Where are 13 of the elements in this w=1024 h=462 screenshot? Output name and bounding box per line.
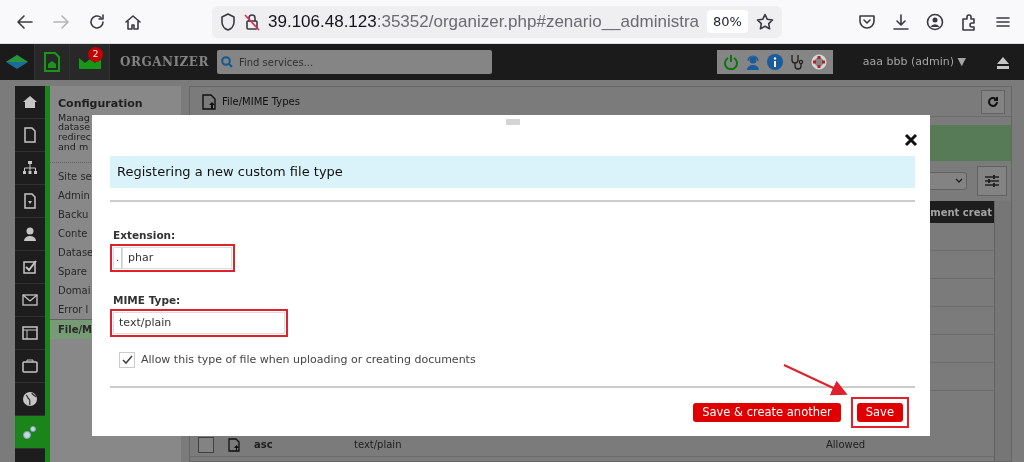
section-title: Configuration: [57, 96, 144, 112]
table-cell-text: Allowed: [826, 438, 866, 452]
panel-title: File/MIME Types: [222, 95, 300, 109]
app-title: ORGANIZER: [120, 54, 209, 71]
notification-badge: 2: [88, 47, 103, 62]
section-description: Manag datase redirec and m: [57, 112, 92, 153]
field-label: MIME Type:: [113, 292, 182, 308]
field-label: Extension:: [113, 228, 177, 243]
table-cell-text: asc: [254, 438, 274, 452]
dialog-title: Registering a new custom file type: [110, 156, 915, 188]
checkbox-label: Allow this type of file when uploading or creating documents: [141, 351, 476, 368]
field-prefix: .: [113, 246, 122, 269]
table-cell-text: text/plain: [354, 438, 403, 452]
